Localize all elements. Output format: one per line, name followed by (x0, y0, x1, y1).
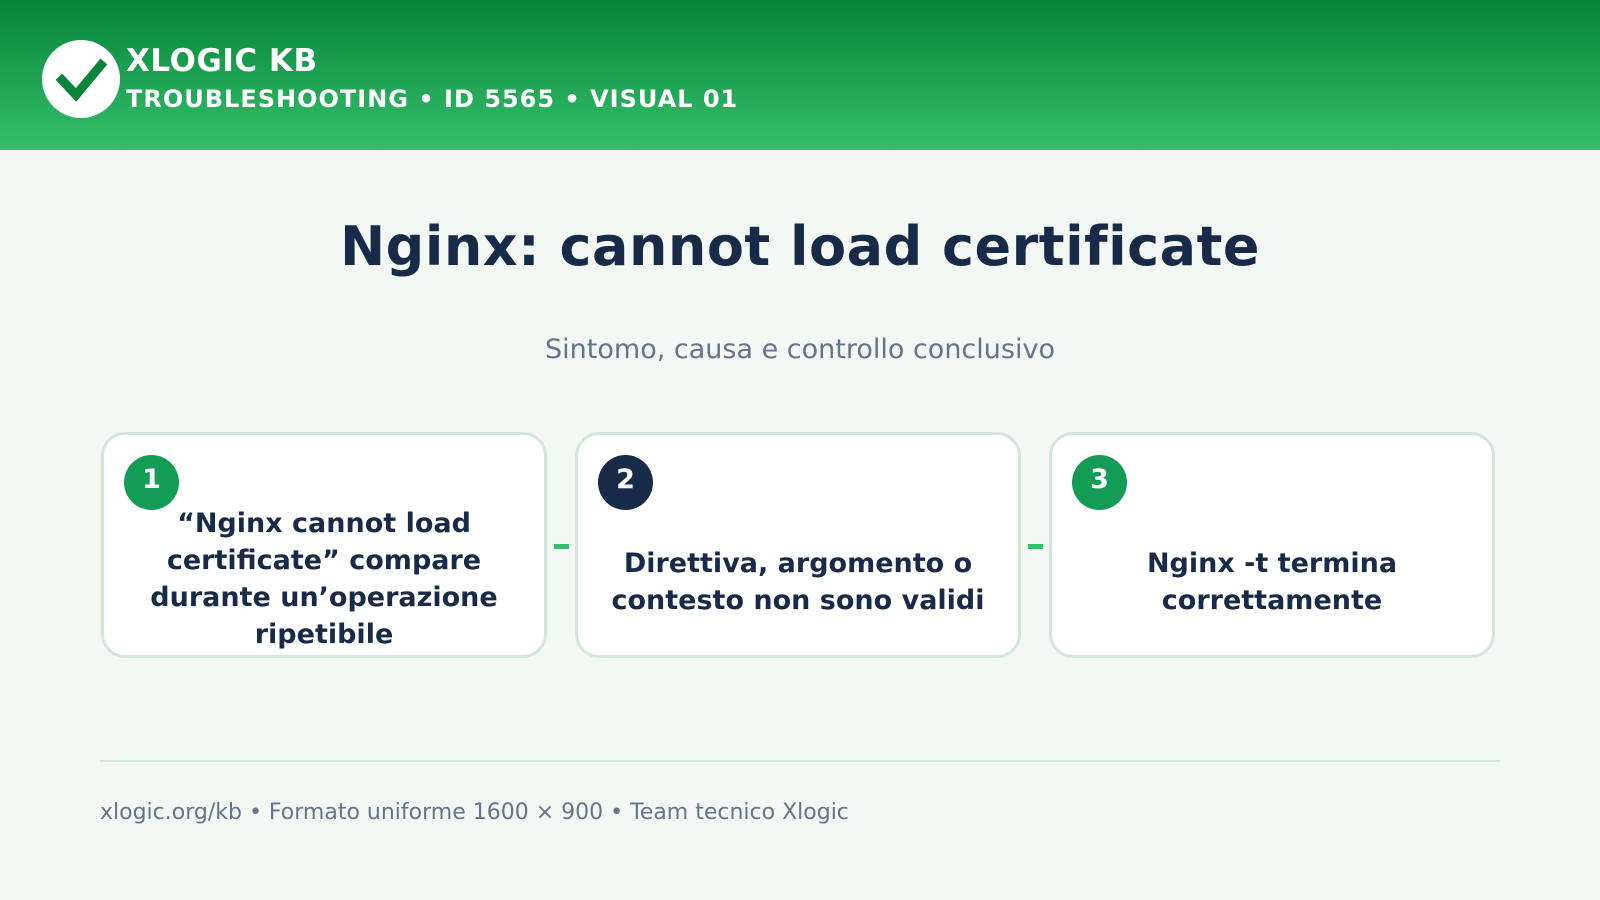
step-number-badge: 3 (1072, 455, 1127, 510)
checkmark-icon (55, 58, 108, 102)
footer-text: xlogic.org/kb • Formato uniforme 1600 × … (100, 800, 849, 825)
page-title: Nginx: cannot load certificate (339, 215, 1261, 278)
step-text: Nginx -t termina correttamente (1146, 548, 1398, 616)
logo-badge (42, 40, 120, 118)
step-number-badge: 1 (124, 455, 179, 510)
header-meta: TROUBLESHOOTING • ID 5565 • VISUAL 01 (126, 85, 739, 113)
header-banner: XLOGIC KB TROUBLESHOOTING • ID 5565 • VI… (0, 0, 1600, 150)
brand-name: XLOGIC KB (126, 43, 318, 79)
step-text: Direttiva, argomento o contesto non sono… (611, 548, 985, 616)
step-number-badge: 2 (598, 455, 653, 510)
step-connector (554, 544, 569, 549)
footer-divider (100, 760, 1500, 762)
step-card-3: 3 Nginx -t termina correttamente (1049, 432, 1495, 658)
page-subtitle: Sintomo, causa e controllo conclusivo (545, 334, 1055, 365)
step-card-2: 2 Direttiva, argomento o contesto non so… (575, 432, 1021, 658)
step-connector (1028, 544, 1043, 549)
step-card-1: 1 “Nginx cannot load certificate” compar… (101, 432, 547, 658)
step-text: “Nginx cannot load certificate” compare … (150, 508, 498, 650)
